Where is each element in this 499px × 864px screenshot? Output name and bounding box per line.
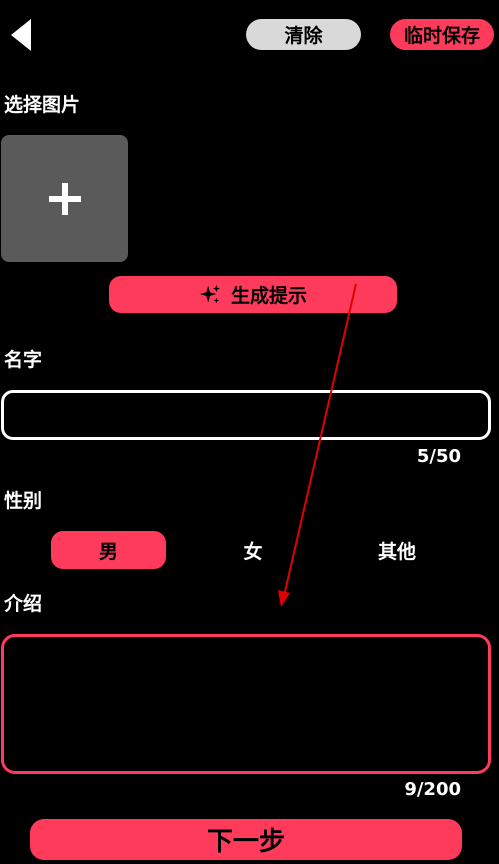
plus-icon — [48, 182, 81, 215]
select-image-label: 选择图片 — [4, 94, 81, 116]
name-char-counter: 5/50 — [416, 446, 461, 467]
gender-label: 性别 — [4, 490, 43, 512]
generate-hint-button[interactable]: 生成提示 — [109, 276, 397, 313]
name-label: 名字 — [4, 349, 43, 371]
sparkle-icon — [199, 284, 221, 303]
next-step-button[interactable]: 下一步 — [30, 819, 462, 860]
name-input[interactable] — [1, 390, 491, 440]
generate-hint-label: 生成提示 — [230, 285, 307, 307]
gender-option-male[interactable]: 男 — [51, 531, 166, 569]
back-button[interactable] — [8, 18, 34, 52]
intro-char-counter: 9/200 — [404, 779, 461, 800]
add-image-button[interactable] — [1, 135, 128, 262]
back-arrow-icon — [11, 19, 31, 51]
gender-option-other[interactable]: 其他 — [347, 531, 447, 569]
intro-label: 介绍 — [4, 593, 43, 615]
gender-option-female[interactable]: 女 — [203, 531, 303, 569]
clear-button[interactable]: 清除 — [246, 19, 361, 50]
intro-textarea[interactable] — [1, 634, 491, 774]
temp-save-button[interactable]: 临时保存 — [390, 19, 494, 50]
